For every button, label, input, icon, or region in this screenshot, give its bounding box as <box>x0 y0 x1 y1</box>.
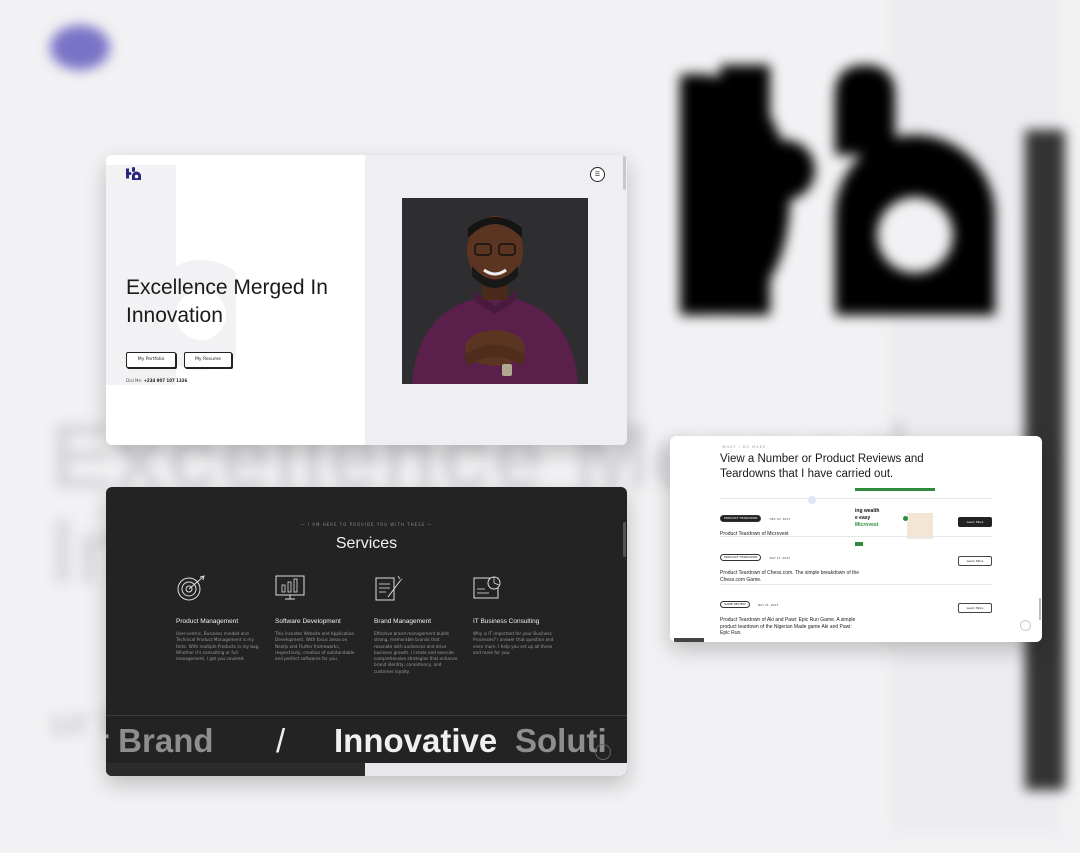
learn-more-button[interactable]: Learn More <box>958 603 992 613</box>
services-bottom-right <box>365 763 627 776</box>
review-date: MAY 17, 2023 <box>769 555 791 560</box>
service-software-development: Software Development This includes Websi… <box>275 575 360 662</box>
phone-label: Dial Me: <box>126 378 143 383</box>
profile-photo <box>402 198 588 384</box>
service-name: Brand Management <box>374 618 432 625</box>
review-tag: PRODUCT TEARDOWN <box>720 554 762 561</box>
phone-line: Dial Me: +234 907 107 1326 <box>126 378 187 383</box>
hero-scrollbar[interactable] <box>623 155 626 190</box>
service-description: Effective brand management builds strong… <box>374 631 458 674</box>
service-description: This includes Website and Application De… <box>275 631 355 662</box>
review-tag: GAME REVIEW <box>720 601 750 608</box>
scroll-circle-icon[interactable] <box>595 744 611 760</box>
services-marquee: ur Brand / Innovative Soluti <box>106 721 627 761</box>
brand-document-icon <box>375 575 403 601</box>
preview-bar <box>855 488 935 491</box>
marquee-text: Soluti <box>515 722 607 759</box>
service-name: Software Development <box>275 618 341 625</box>
consulting-chart-icon <box>473 576 501 599</box>
marquee-text: ur Brand <box>106 722 214 759</box>
services-divider <box>106 715 627 716</box>
background-logo-icon <box>680 65 995 315</box>
site-logo-icon[interactable] <box>126 167 141 180</box>
service-name: Product Management <box>176 618 239 625</box>
menu-button[interactable]: ☰ <box>590 167 605 182</box>
review-item[interactable]: PRODUCT TEARDOWN MAY 17, 2023 Product Te… <box>720 547 992 583</box>
review-date: DEC 03, 2023 <box>769 516 791 521</box>
service-description: Why is IT important for your Business Pr… <box>473 631 554 655</box>
reviews-screenshot-card: WHAT I DO MAKE View a Number or Product … <box>670 436 1042 642</box>
preview-green-button <box>855 542 863 546</box>
review-title[interactable]: Product Teardown of Aki and Pawi: Epic R… <box>720 617 860 637</box>
target-icon <box>177 575 205 601</box>
review-tag: PRODUCT TEARDOWN <box>720 515 762 522</box>
service-brand-management: Brand Management Effective brand managem… <box>374 575 459 675</box>
portrait-image <box>402 198 588 384</box>
monitor-chart-icon <box>275 575 305 600</box>
review-title[interactable]: Product Teardown of Chess.com. The simpl… <box>720 570 860 583</box>
marquee-separator: / <box>276 722 286 759</box>
service-name: IT Business Consulting <box>473 618 540 625</box>
reviews-title: View a Number or Product Reviews and Tea… <box>720 453 924 480</box>
service-it-business-consulting: IT Business Consulting Why is IT importa… <box>473 575 558 656</box>
service-description: User-centric, Business minded and Techni… <box>176 631 260 662</box>
hero-title: Excellence Merged In Innovation <box>126 276 328 327</box>
marquee-text: Innovative <box>334 722 498 759</box>
services-bottom-left <box>106 763 365 776</box>
reviews-divider <box>720 536 992 537</box>
decorative-dot <box>808 496 816 504</box>
reviews-scrollbar[interactable] <box>1039 598 1041 620</box>
reviews-divider <box>720 584 992 585</box>
resume-button[interactable]: My Resume <box>184 352 232 368</box>
reviews-eyebrow: WHAT I DO MAKE <box>722 445 767 449</box>
services-eyebrow: — I AM HERE TO PROVIDE YOU WITH THESE — <box>300 522 433 527</box>
scroll-top-icon[interactable] <box>1020 620 1031 631</box>
footer-strip <box>674 638 704 642</box>
service-product-management: Product Management User-centric, Busines… <box>176 575 261 662</box>
hero-screenshot-card: ☰ Excellence Merged In Innovation My Por… <box>106 155 627 445</box>
background-blob <box>50 25 110 70</box>
learn-more-button[interactable]: Learn More <box>958 556 992 566</box>
phone-number[interactable]: +234 907 107 1326 <box>144 378 188 383</box>
review-item[interactable]: GAME REVIEW MAY 21, 2023 Product Teardow… <box>720 594 992 637</box>
review-date: MAY 21, 2023 <box>757 602 779 607</box>
review-item[interactable]: PRODUCT TEARDOWN DEC 03, 2023 Product Te… <box>720 508 992 538</box>
learn-more-button[interactable]: Learn More <box>958 517 992 527</box>
services-title: Services <box>335 535 398 552</box>
portfolio-button[interactable]: My Portfolio <box>126 352 176 368</box>
services-scrollbar[interactable] <box>623 522 626 557</box>
services-screenshot-card: — I AM HERE TO PROVIDE YOU WITH THESE — … <box>106 487 627 776</box>
